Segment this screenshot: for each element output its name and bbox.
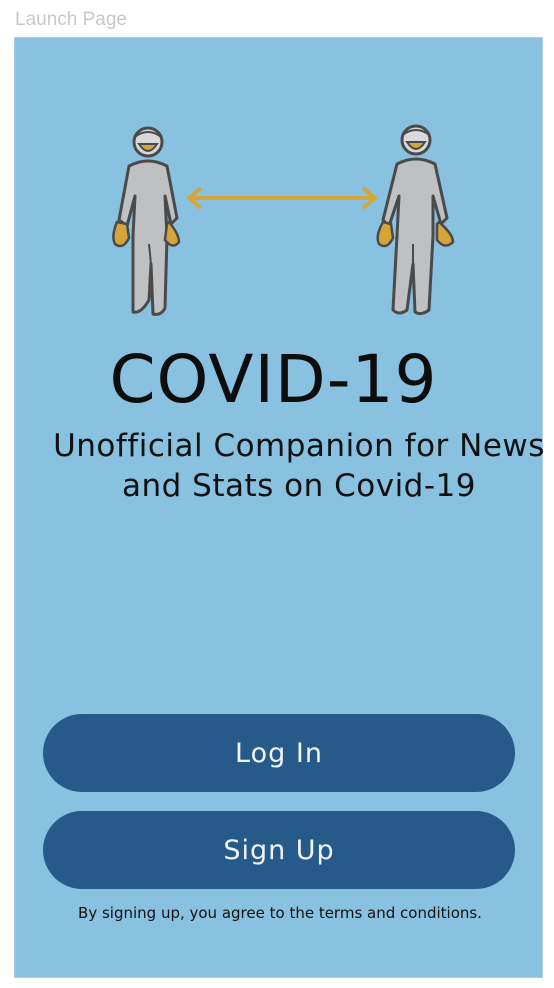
login-button[interactable]: Log In [43, 714, 515, 792]
launch-screen: COVID-19 Unofficial Companion for News a… [14, 37, 544, 978]
app-title: COVID-19 [109, 341, 438, 418]
terms-notice: By signing up, you agree to the terms an… [78, 904, 482, 922]
distance-arrow [187, 186, 377, 210]
left-person-figure [112, 126, 181, 316]
signup-button[interactable]: Sign Up [43, 811, 515, 889]
right-person-figure [376, 124, 455, 316]
social-distancing-icon [112, 124, 455, 316]
frame-label: Launch Page [15, 9, 127, 30]
app-subtitle: Unofficial Companion for News and Stats … [53, 428, 545, 504]
